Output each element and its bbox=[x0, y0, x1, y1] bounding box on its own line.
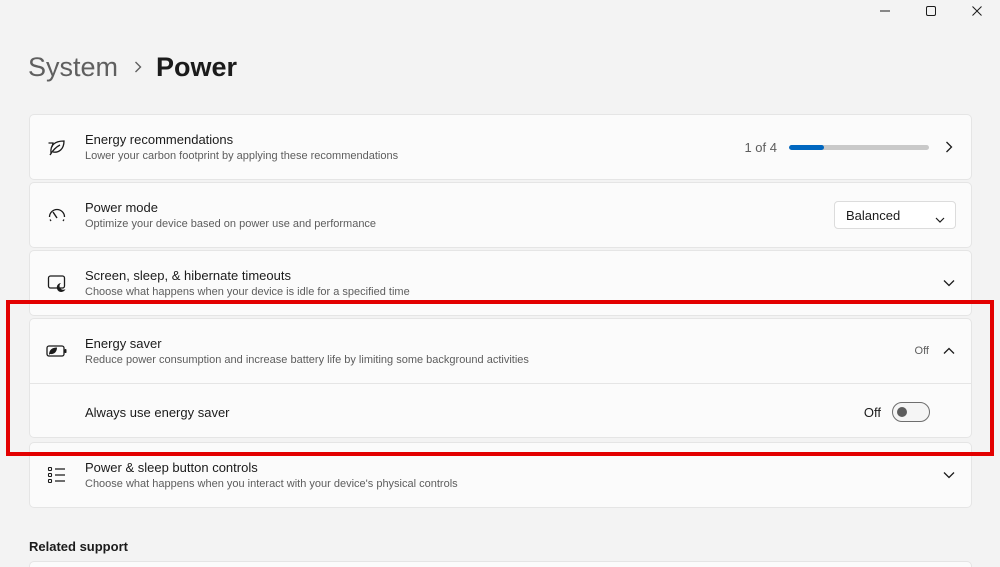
leaf-icon bbox=[46, 136, 68, 158]
chevron-right-icon bbox=[941, 139, 957, 155]
breadcrumb: System Power bbox=[28, 50, 237, 84]
power-mode-select[interactable]: Balanced bbox=[834, 201, 956, 229]
energy-saver-icon bbox=[46, 340, 68, 362]
chevron-down-icon bbox=[935, 211, 945, 226]
maximize-icon bbox=[926, 6, 936, 16]
related-support-card[interactable] bbox=[29, 561, 972, 567]
minimize-icon bbox=[880, 6, 890, 16]
power-buttons-subtitle: Choose what happens when you interact wi… bbox=[85, 477, 458, 490]
toggle-state-label: Off bbox=[863, 404, 881, 420]
maximize-button[interactable] bbox=[908, 0, 954, 22]
power-buttons-card[interactable]: Power & sleep button controls Choose wha… bbox=[29, 442, 972, 508]
power-buttons-title: Power & sleep button controls bbox=[85, 459, 258, 475]
chevron-down-icon bbox=[941, 467, 957, 483]
energy-recommendations-title: Energy recommendations bbox=[85, 131, 234, 147]
screen-sleep-subtitle: Choose what happens when your device is … bbox=[85, 285, 410, 298]
always-energy-saver-row: Always use energy saver Off bbox=[30, 384, 971, 440]
progress-text: 1 of 4 bbox=[744, 139, 777, 155]
progress-track bbox=[789, 144, 929, 150]
energy-recommendations-subtitle: Lower your carbon footprint by applying … bbox=[85, 149, 399, 162]
chevron-down-icon bbox=[941, 275, 957, 291]
energy-saver-subtitle: Reduce power consumption and increase ba… bbox=[85, 353, 529, 366]
screen-sleep-icon bbox=[46, 272, 68, 294]
energy-saver-title: Energy saver bbox=[85, 335, 162, 351]
close-icon bbox=[972, 6, 982, 16]
breadcrumb-parent[interactable]: System bbox=[28, 52, 118, 83]
list-icon bbox=[46, 464, 68, 486]
energy-saver-header[interactable]: Energy saver Reduce power consumption an… bbox=[30, 319, 971, 383]
energy-saver-status: Off bbox=[914, 345, 929, 357]
power-mode-title: Power mode bbox=[85, 199, 158, 215]
recommendations-progress: 1 of 4 bbox=[744, 140, 929, 155]
window-caption bbox=[862, 0, 1000, 22]
minimize-button[interactable] bbox=[862, 0, 908, 22]
power-mode-subtitle: Optimize your device based on power use … bbox=[85, 217, 377, 230]
toggle-knob bbox=[897, 407, 907, 417]
related-support-heading: Related support bbox=[29, 539, 128, 554]
close-button[interactable] bbox=[954, 0, 1000, 22]
power-mode-card: Power mode Optimize your device based on… bbox=[29, 182, 972, 248]
always-energy-saver-label: Always use energy saver bbox=[85, 404, 230, 420]
screen-sleep-card[interactable]: Screen, sleep, & hibernate timeouts Choo… bbox=[29, 250, 972, 316]
energy-saver-card: Energy saver Reduce power consumption an… bbox=[29, 318, 972, 438]
chevron-right-icon bbox=[134, 61, 142, 73]
energy-saver-toggle[interactable] bbox=[892, 402, 930, 422]
page-title: Power bbox=[156, 51, 238, 82]
energy-recommendations-card[interactable]: Energy recommendations Lower your carbon… bbox=[29, 114, 972, 180]
power-mode-selected: Balanced bbox=[846, 207, 901, 223]
progress-fill bbox=[789, 144, 824, 150]
screen-sleep-title: Screen, sleep, & hibernate timeouts bbox=[85, 267, 291, 283]
power-mode-icon bbox=[46, 204, 68, 226]
chevron-up-icon[interactable] bbox=[941, 343, 957, 359]
